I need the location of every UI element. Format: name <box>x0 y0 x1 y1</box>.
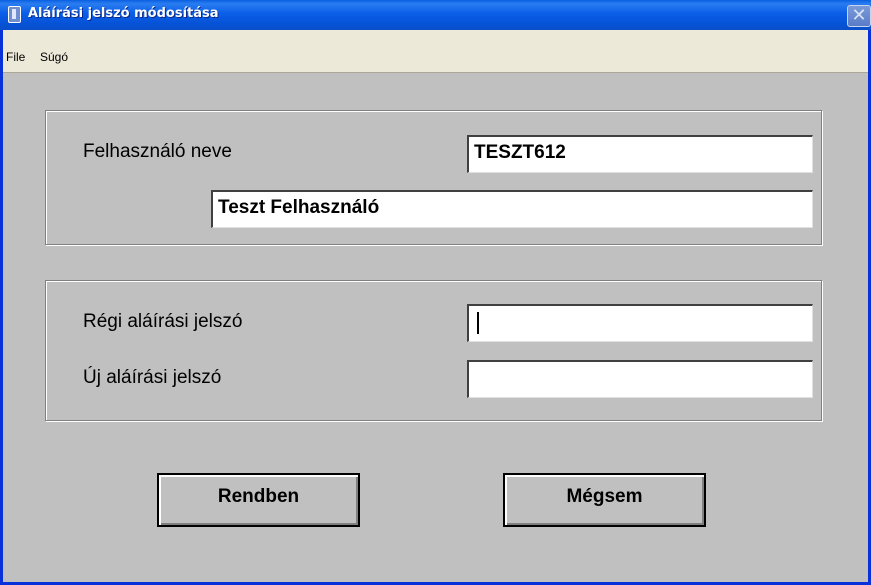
new-password-field[interactable] <box>467 360 813 398</box>
text-caret <box>477 312 479 334</box>
username-field[interactable]: TESZT612 <box>467 135 813 173</box>
new-password-label: Új aláírási jelszó <box>83 367 222 388</box>
old-password-label: Régi aláírási jelszó <box>83 311 243 332</box>
ok-button[interactable]: Rendben <box>157 473 360 527</box>
fullname-field[interactable]: Teszt Felhasználó <box>211 190 813 228</box>
close-button[interactable]: ✕ <box>847 5 871 27</box>
menu-item-help[interactable]: Súgó <box>40 50 68 64</box>
window-title: Aláírási jelszó módosítása <box>28 6 219 21</box>
dialog-window: Aláírási jelszó módosítása ✕ File Súgó F… <box>0 0 871 585</box>
app-icon <box>8 6 21 23</box>
menu-item-file[interactable]: File <box>6 50 25 64</box>
cancel-button[interactable]: Mégsem <box>503 473 706 527</box>
old-password-field[interactable] <box>467 304 813 342</box>
title-bar[interactable]: Aláírási jelszó módosítása ✕ <box>0 0 871 30</box>
password-group <box>45 280 822 421</box>
username-label: Felhasználó neve <box>83 141 232 162</box>
menu-bar: File Súgó <box>3 30 868 73</box>
